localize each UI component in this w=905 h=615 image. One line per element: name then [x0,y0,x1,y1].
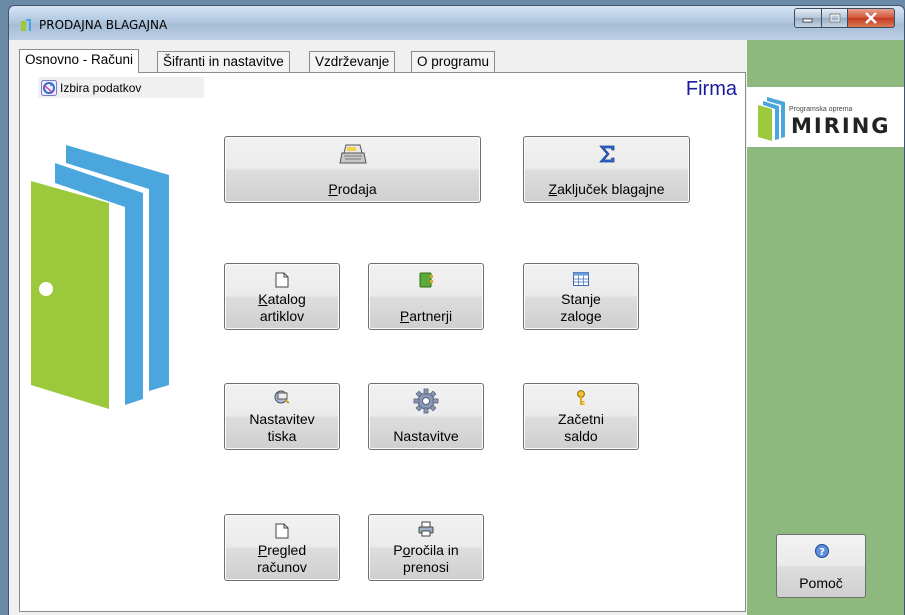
address-book-icon [418,272,434,291]
pregled-racunov-button[interactable]: Pregled računov [224,514,340,581]
window-title: PRODAJNA BLAGAJNA [39,18,168,32]
porocila-label-2: prenosi [403,559,449,575]
minimize-icon [802,18,813,23]
zakljucek-blagajne-button[interactable]: Zaključek blagajne [523,136,690,203]
zacetni-saldo-button[interactable]: Začetni saldo [523,383,639,450]
help-icon: ? [814,543,830,562]
zakljucek-underline: Z [548,181,558,197]
app-window: PRODAJNA BLAGAJNA Osnovno - Računi Šifra… [8,5,905,615]
sigma-icon [598,145,616,166]
katalog-label-2: artiklov [259,308,305,324]
tab-osnovno-racuni[interactable]: Osnovno - Računi [19,49,140,73]
pregled-underline: P [257,542,268,558]
client-area: Osnovno - Računi Šifranti in nastavitve … [9,40,904,615]
document-icon [275,523,289,542]
prodaja-button[interactable]: Prodaja [224,136,481,203]
cash-register-icon [338,141,368,170]
partnerji-label: artnerji [409,308,453,324]
print-settings-icon [273,389,291,408]
refresh-icon [41,79,57,96]
gear-icon [413,388,439,417]
porocila-in-prenosi-button[interactable]: Poročila in prenosi [368,514,484,581]
close-icon [865,12,877,24]
partnerji-button[interactable]: Partnerji [368,263,484,330]
porocila-label-1: ročila in [410,542,459,558]
main-panel: Izbira podatkov Firma Prodaja Zaključek … [19,72,746,612]
tab-o-programu[interactable]: O programu [411,51,496,72]
firma-label: Firma [685,78,737,100]
nastavitve-label: Nastavitve [393,428,459,444]
pomoc-button[interactable]: ? Pomoč [776,534,866,598]
miring-logo-icon [758,97,785,141]
zacetni-label-1: Začetni [558,411,604,427]
stanje-label-2: zaloge [560,308,602,324]
brand-name: MIRING [791,114,891,138]
stanje-label-1: Stanje [561,291,601,307]
close-button[interactable] [847,8,895,28]
porocila-pre: P [393,542,403,558]
prodaja-label: rodaja [337,181,377,197]
katalog-label-1: atalog [267,291,306,307]
nastavitve-button[interactable]: Nastavitve [368,383,484,450]
tab-vzdrzevanje[interactable]: Vzdrževanje [309,51,396,72]
app-logo-icon [19,18,35,32]
katalog-underline: K [258,291,268,307]
door-logo-image [31,141,201,416]
title-bar[interactable]: PRODAJNA BLAGAJNA [9,6,904,40]
zacetni-label-2: saldo [564,428,598,444]
nastavitev-tiska-label-1: Nastavitev [249,411,315,427]
brand-small-text: Programska oprema [789,106,853,113]
izbira-podatkov-button[interactable]: Izbira podatkov [38,77,204,98]
prodaja-underline: P [328,181,338,197]
pregled-label-1: regled [267,542,307,558]
printer-icon [418,521,434,540]
pregled-label-2: računov [257,559,307,575]
key-icon [576,390,586,409]
zakljucek-label: aključek blagajne [557,181,665,197]
nastavitev-tiska-label-2: tiska [267,428,297,444]
maximize-button[interactable] [821,8,848,28]
table-icon [573,272,589,289]
izbira-label: Izbira podatkov [60,80,142,95]
minimize-button[interactable] [794,8,822,28]
maximize-icon [829,13,840,23]
nastavitev-tiska-button[interactable]: Nastavitev tiska [224,383,340,450]
stanje-zaloge-button[interactable]: Stanje zaloge [523,263,639,330]
partnerji-underline: P [399,308,410,324]
miring-brand-box: Programska oprema MIRING [747,87,904,147]
katalog-artiklov-button[interactable]: Katalog artiklov [224,263,340,330]
tab-sifranti[interactable]: Šifranti in nastavitve [157,51,290,72]
pomoc-label: Pomoč [799,575,843,591]
svg-text:?: ? [819,547,825,558]
document-icon [275,272,289,291]
